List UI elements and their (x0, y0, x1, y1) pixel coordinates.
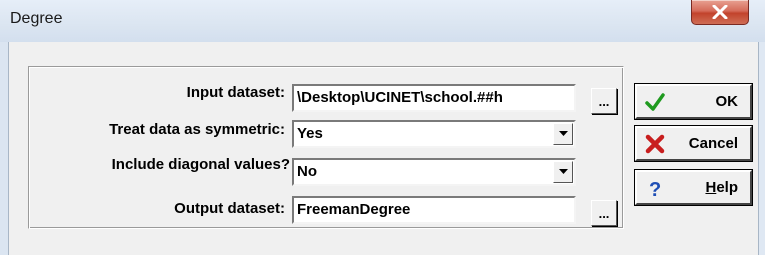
output-dataset-field[interactable]: FreemanDegree (292, 196, 576, 224)
diagonal-select[interactable]: No (292, 158, 576, 186)
ok-button[interactable]: OK (634, 83, 753, 120)
ok-label: OK (715, 93, 739, 110)
help-mnemonic: H (705, 179, 717, 196)
cancel-button[interactable]: Cancel (634, 125, 753, 162)
input-dataset-field[interactable]: \Desktop\UCINET\school.##h (292, 84, 576, 112)
diagonal-value: No (297, 163, 317, 180)
help-button[interactable]: ? Help (634, 169, 753, 206)
close-icon (712, 5, 728, 19)
help-label: Help (637, 179, 750, 196)
window-title: Degree (10, 10, 63, 27)
title-bar: Degree (0, 0, 765, 42)
window-frame (0, 42, 8, 255)
cancel-label: Cancel (688, 135, 738, 152)
help-label-rest: elp (716, 179, 738, 196)
output-dataset-label: Output dataset: (174, 200, 285, 217)
output-dataset-browse-button[interactable]: ... (591, 200, 617, 226)
close-button[interactable] (691, 0, 749, 25)
input-dataset-browse-button[interactable]: ... (591, 88, 617, 114)
diagonal-dropdown-button[interactable] (553, 161, 573, 183)
symmetric-value: Yes (297, 125, 323, 142)
chevron-down-icon (559, 169, 568, 174)
symmetric-dropdown-button[interactable] (553, 123, 573, 145)
symmetric-select[interactable]: Yes (292, 120, 576, 148)
chevron-down-icon (559, 131, 568, 136)
symmetric-label: Treat data as symmetric: (109, 121, 285, 138)
diagonal-label: Include diagonal values? (111, 156, 290, 173)
input-dataset-label: Input dataset: (186, 84, 285, 101)
